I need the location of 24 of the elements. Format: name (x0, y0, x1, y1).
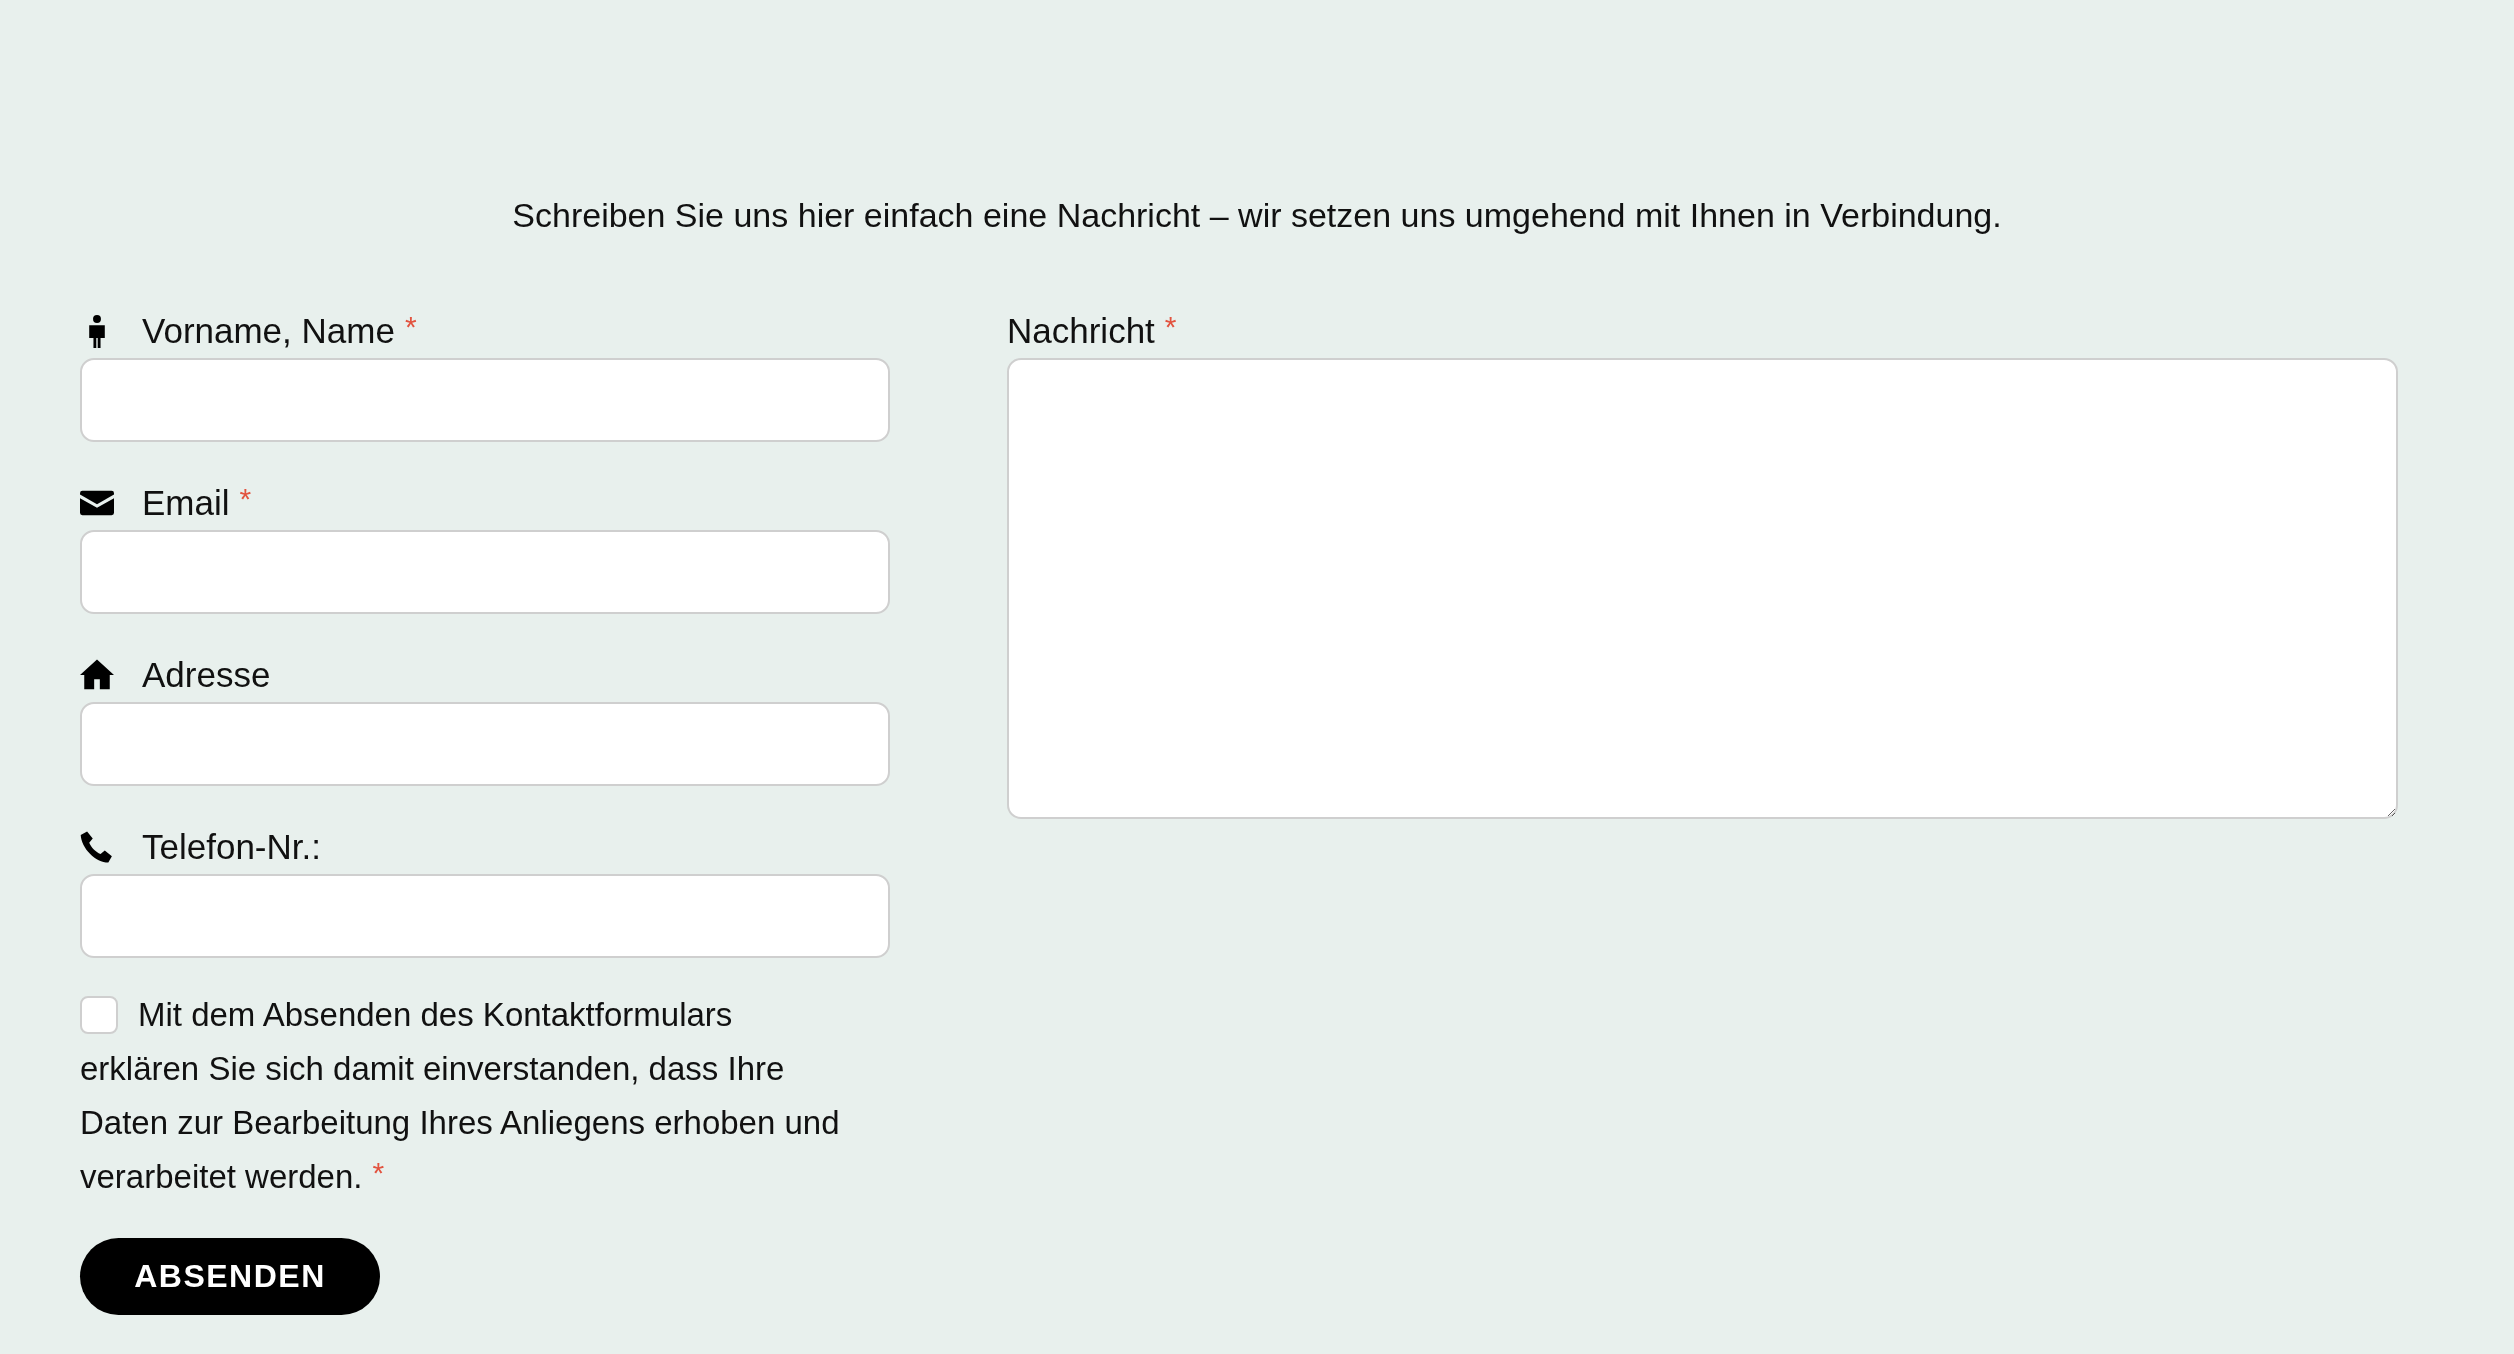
phone-icon (80, 830, 114, 864)
input-field[interactable] (80, 530, 890, 614)
field-label: Nachricht (1007, 311, 1155, 351)
input-field[interactable] (80, 358, 890, 442)
input-field[interactable] (80, 702, 890, 786)
consent-text-line: Mit dem Absenden des Kontaktformulars (138, 996, 733, 1034)
field-label: Email (142, 483, 230, 523)
required-mark: * (1164, 310, 1177, 344)
field-label: Vorname, Name (142, 311, 395, 351)
consent-text-line: erklären Sie sich damit einverstanden, dass Ihre (80, 1050, 785, 1088)
consent-text-line: Daten zur Bearbeitung Ihres Anliegens erhoben und (80, 1104, 840, 1142)
field-label: Adresse (142, 655, 271, 695)
submit-button[interactable]: ABSENDEN (80, 1238, 380, 1315)
consent-text-line: verarbeitet werden. (80, 1158, 363, 1196)
input-field[interactable] (80, 874, 890, 958)
field-label: Telefon-Nr.: (142, 827, 321, 867)
required-mark: * (404, 310, 417, 344)
house-icon (80, 658, 114, 692)
required-mark: * (239, 482, 252, 516)
checkbox[interactable] (80, 996, 118, 1034)
message-field[interactable] (1007, 358, 2398, 819)
required-mark: * (372, 1156, 385, 1190)
envelope-icon (80, 490, 114, 516)
intro-text: Schreiben Sie uns hier einfach eine Nachricht – wir setzen uns umgehend mit Ihnen in Verbindung. (511, 195, 2003, 236)
